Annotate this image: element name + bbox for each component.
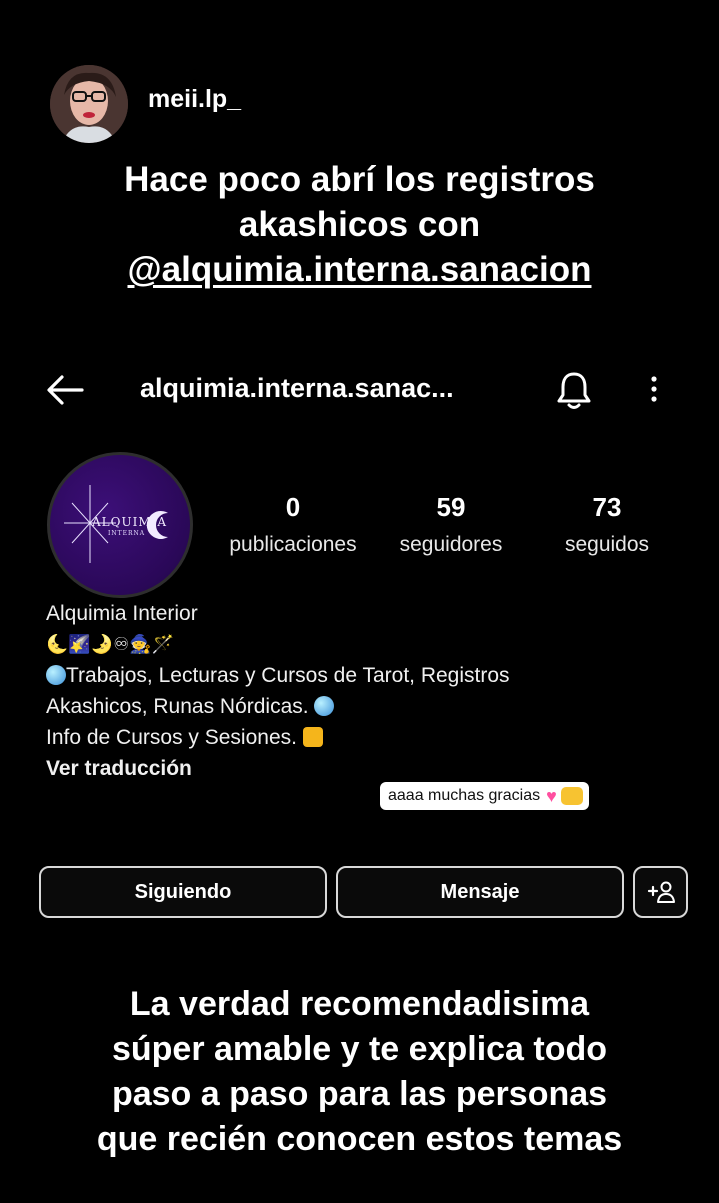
heart-icon: ♥ (546, 786, 557, 806)
stat-following[interactable]: 73 seguidos (552, 492, 662, 557)
posts-count: 0 (285, 492, 301, 522)
story-header: meii.lp_ (50, 65, 241, 143)
caption-line: súper amable y te explica todo (111, 1030, 608, 1068)
caption-line: paso a paso para las personas (111, 1075, 608, 1113)
bio-line-text: Info de Cursos y Sesiones. (46, 726, 297, 749)
followers-count: 59 (436, 492, 466, 522)
caption-line: La verdad recomendadisima (129, 985, 590, 1023)
story-caption-top: Hace poco abrí los registros akashicos c… (0, 157, 719, 292)
following-count: 73 (592, 492, 622, 522)
profile-name: Alquimia Interior (46, 602, 198, 625)
sticker-text: aaaa muchas gracias (388, 787, 541, 804)
posts-label: publicaciones (229, 533, 357, 556)
pointing-down-icon (302, 727, 323, 747)
bell-icon[interactable] (554, 368, 594, 412)
crystal-ball-icon (314, 696, 335, 716)
message-button[interactable]: Mensaje (336, 866, 624, 918)
followers-label: seguidores (399, 533, 503, 556)
back-arrow-icon[interactable] (44, 372, 86, 408)
story-username[interactable]: meii.lp_ (148, 85, 241, 114)
emoji-row: 🌜🌠🌛♾🧙🪄 (46, 634, 175, 654)
see-translation-link[interactable]: Ver traducción (46, 753, 666, 784)
profile-nav-bar: alquimia.interna.sanac... (0, 360, 719, 420)
story-avatar[interactable] (50, 65, 128, 143)
thanks-sticker: aaaa muchas gracias ♥ (380, 782, 589, 810)
mention-link[interactable]: @alquimia.interna.sanacion (0, 247, 719, 292)
profile-picture[interactable]: ALQUIMIA INTERNA (47, 452, 193, 598)
avatar-photo (50, 65, 128, 143)
stat-posts[interactable]: 0 publicaciones (218, 492, 368, 557)
profile-bio: Alquimia Interior 🌜🌠🌛♾🧙🪄 Trabajos, Lectu… (46, 598, 666, 784)
bio-line: Trabajos, Lecturas y Cursos de Tarot, Re… (46, 660, 666, 691)
profile-username-title: alquimia.interna.sanac... (140, 373, 454, 403)
bio-line-text: Trabajos, Lecturas y Cursos de Tarot, Re… (66, 664, 510, 687)
caption-line: akashicos con (238, 205, 481, 244)
logo-subtext: INTERNA (108, 530, 146, 537)
bio-line: Info de Cursos y Sesiones. (46, 722, 666, 753)
bio-line: Akashicos, Runas Nórdicas. (46, 691, 666, 722)
suggest-people-button[interactable] (633, 866, 688, 918)
heart-hands-icon (560, 787, 583, 805)
following-button[interactable]: Siguiendo (39, 866, 327, 918)
bio-line-text: Akashicos, Runas Nórdicas. (46, 695, 309, 718)
more-options-icon[interactable] (644, 370, 664, 410)
caption-line: que recién conocen estos temas (96, 1120, 623, 1158)
stat-followers[interactable]: 59 seguidores (388, 492, 514, 557)
story-caption-bottom: La verdad recomendadisima súper amable y… (0, 982, 719, 1162)
logo-text: ALQUIMIA (92, 515, 168, 529)
add-person-icon (647, 881, 675, 903)
caption-line: Hace poco abrí los registros (124, 160, 595, 199)
crystal-ball-icon (46, 665, 66, 685)
following-label: seguidos (564, 533, 650, 556)
